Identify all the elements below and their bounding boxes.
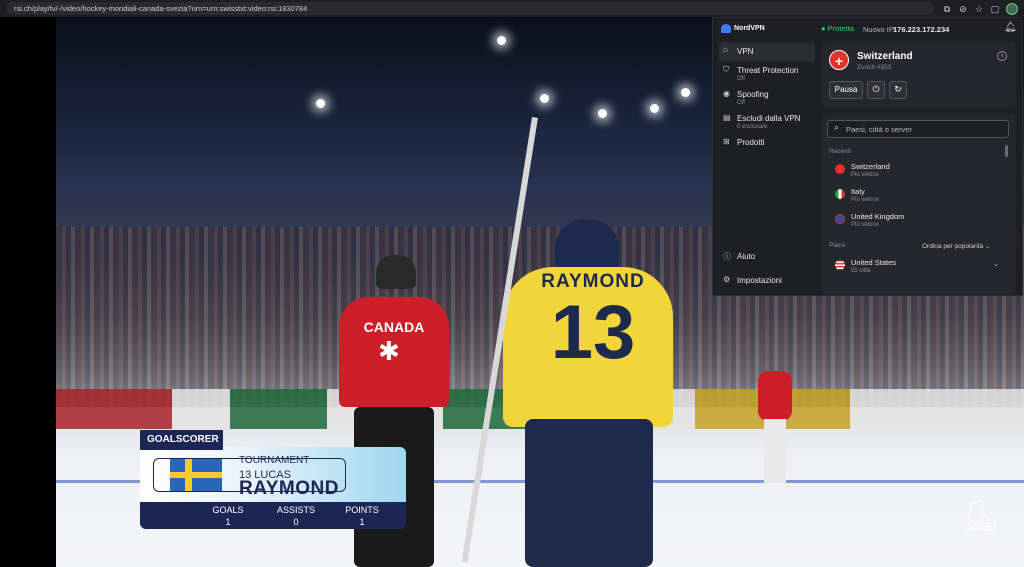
countries-label: Paesi	[829, 242, 846, 249]
recent-item-united-kingdom[interactable]: United Kingdom Più veloce	[829, 210, 1001, 234]
ip-address: 176.223.172.234	[893, 25, 950, 34]
country-item-united-states[interactable]: United States 55 città ⌄	[829, 256, 1001, 280]
sort-dropdown[interactable]: Ordina per popolarità ⌄	[922, 242, 990, 250]
jersey-number: 13	[550, 290, 636, 375]
arena-light	[497, 36, 506, 45]
nordvpn-popup: NordVPN ● Protetta Nuovo IP: 176.223.172…	[712, 17, 1023, 296]
url-text: rsi.ch/play/tv/-/video/hockey-mondiali-c…	[14, 4, 308, 13]
recent-item-switzerland[interactable]: Switzerland Più veloce	[829, 160, 1001, 184]
bell-icon[interactable]: 🔔︎	[1004, 22, 1017, 33]
nav-vpn[interactable]: ⌂ VPN	[719, 42, 815, 62]
connection-card: + Switzerland Zurich #353 i Pausa ⏻ ↻	[821, 42, 1016, 108]
iihf-logo-icon: ⛸	[962, 499, 1001, 534]
usa-flag-icon	[835, 260, 845, 270]
chevron-down-icon: ⌄	[984, 243, 991, 250]
refresh-icon: ↻	[894, 85, 902, 95]
italy-flag-icon	[835, 189, 845, 199]
address-bar[interactable]: rsi.ch/play/tv/-/video/hockey-mondiali-c…	[6, 2, 934, 15]
search-icon: ⌕	[834, 123, 840, 133]
server-search[interactable]: ⌕	[827, 120, 1009, 138]
nordvpn-extension-icon[interactable]	[1006, 2, 1018, 15]
sweden-flag-icon	[170, 459, 222, 491]
browser-toolbar: rsi.ch/play/tv/-/video/hockey-mondiali-c…	[0, 0, 1024, 17]
uk-flag-icon	[835, 214, 845, 224]
scrollbar[interactable]	[1005, 145, 1008, 157]
nav-products[interactable]: ⊞ Prodotti	[719, 134, 815, 158]
gear-icon: ⚙	[723, 275, 731, 284]
info-icon[interactable]: i	[997, 51, 1007, 61]
vpn-sidebar: ⌂ VPN ⛉ Threat Protection Off ◉ Spoofing…	[719, 42, 815, 158]
stat-points: POINTS 1	[345, 505, 379, 527]
nav-spoofing[interactable]: ◉ Spoofing Off	[719, 86, 815, 110]
arena-light	[650, 104, 659, 113]
eye-icon: ◉	[723, 89, 730, 98]
eye-off-icon[interactable]: ⊘	[958, 4, 968, 14]
connected-country: Switzerland	[857, 51, 913, 62]
goalscorer-tab: GOALSCORER	[140, 430, 223, 450]
canada-player-far	[756, 357, 796, 487]
switzerland-flag-icon	[835, 164, 845, 174]
sweden-player: RAYMOND 13	[483, 219, 693, 567]
nav-threat-protection[interactable]: ⛉ Threat Protection Off	[719, 62, 815, 86]
stat-goals: GOALS 1	[212, 505, 244, 527]
arena-light	[598, 109, 607, 118]
nav-split-tunneling[interactable]: ▤ Escludi dalla VPN 0 esclusa/e	[719, 110, 815, 134]
pause-button[interactable]: Pausa	[829, 81, 863, 99]
nordvpn-mountain-icon	[721, 24, 731, 33]
disconnect-button[interactable]: ⏻	[867, 81, 885, 99]
server-list-panel: ⌕ Recenti Switzerland Più veloce Italy P…	[821, 114, 1016, 294]
stat-assists: ASSISTS 0	[276, 505, 315, 527]
arena-light	[540, 94, 549, 103]
player-last-name: RAYMOND	[239, 478, 339, 499]
recent-item-italy[interactable]: Italy Più veloce	[829, 185, 1001, 209]
chevron-down-icon[interactable]: ⌄	[993, 260, 999, 268]
nordvpn-logo: NordVPN	[721, 24, 765, 33]
split-icon: ▤	[723, 113, 731, 122]
switzerland-flag-icon: +	[829, 50, 849, 70]
connected-server: Zurich #353	[857, 64, 892, 71]
recent-label: Recenti	[829, 148, 852, 155]
translate-icon[interactable]: ⧉	[942, 4, 952, 14]
ip-label: Nuovo IP:	[863, 25, 896, 34]
star-icon[interactable]: ☆	[974, 4, 984, 14]
tournament-label: TOURNAMENT	[239, 455, 310, 466]
protection-status: ● Protetta	[821, 24, 854, 33]
grid-icon: ⊞	[723, 137, 730, 146]
shield-icon: ⛉	[723, 65, 729, 74]
nav-settings[interactable]: ⚙ Impostazioni	[719, 272, 815, 296]
extension-icon[interactable]: ▢	[990, 4, 1000, 14]
arena-light	[316, 99, 325, 108]
goalscorer-graphic: TOURNAMENT 13 LUCAS RAYMOND GOALSCORER G…	[140, 430, 407, 529]
player-stats: GOALS 1 ASSISTS 0 POINTS 1	[140, 502, 406, 529]
home-icon: ⌂	[723, 45, 728, 54]
arena-light	[681, 88, 690, 97]
canada-jersey-text: CANADA	[363, 319, 425, 335]
help-icon: ⓘ	[723, 252, 731, 261]
nav-help[interactable]: ⓘ Aiuto	[719, 248, 815, 272]
maple-leaf-icon: ✱	[378, 337, 400, 367]
search-input[interactable]	[846, 123, 1006, 136]
power-icon: ⏻	[872, 85, 880, 95]
reconnect-button[interactable]: ↻	[889, 81, 907, 99]
